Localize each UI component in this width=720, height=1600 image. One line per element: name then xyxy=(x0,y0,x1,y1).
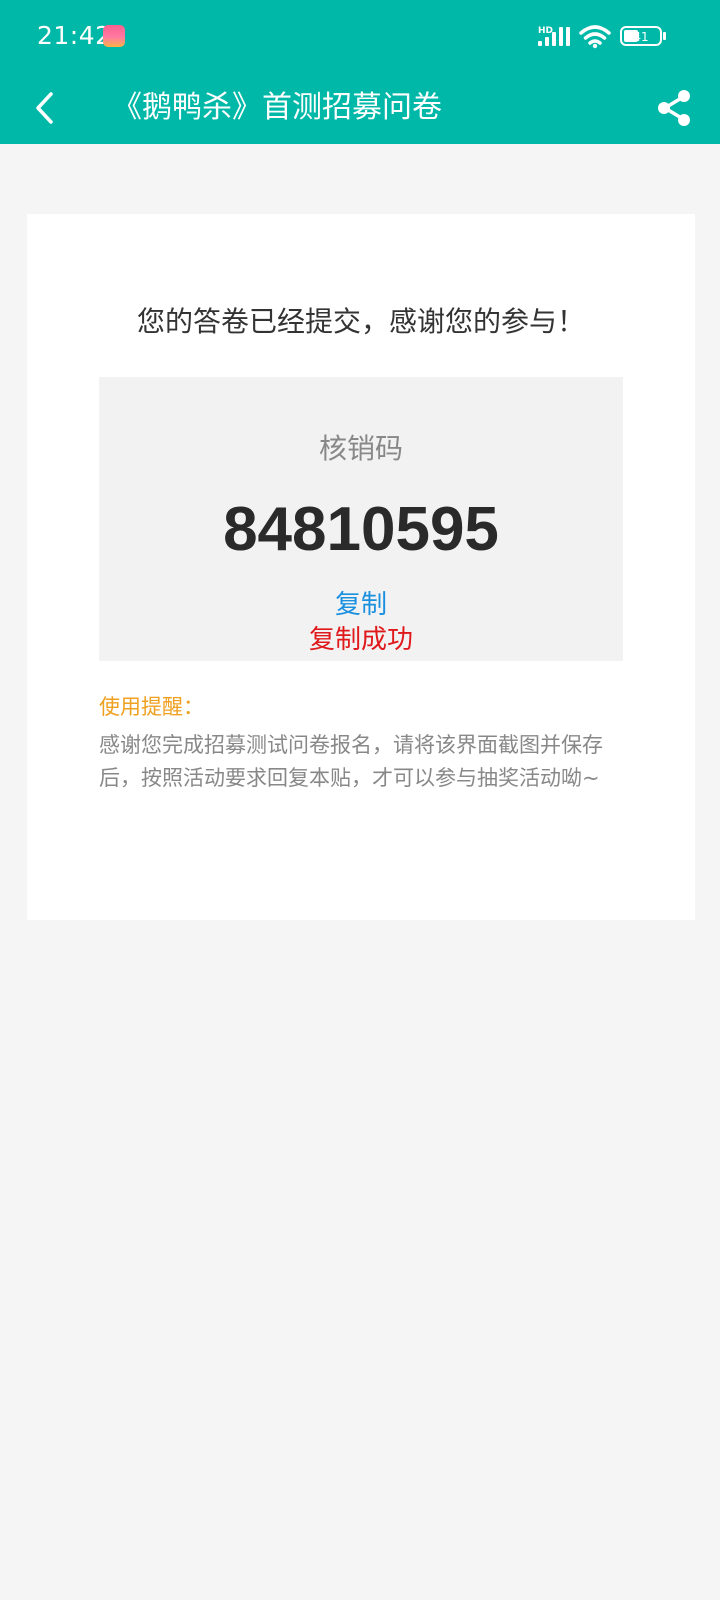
status-icons: HD 41 xyxy=(538,25,666,49)
code-label: 核销码 xyxy=(318,432,403,465)
status-bar: 21:42 HD 41 xyxy=(0,0,720,72)
page-title: 《鹅鸭杀》首测招募问卷 xyxy=(112,90,442,125)
success-message: 您的答卷已经提交，感谢您的参与！ xyxy=(136,305,585,338)
tips-body: 感谢您完成招募测试问卷报名，请将该界面截图并保存后，按照活动要求回复本贴，才可以… xyxy=(99,733,603,790)
battery-icon: 41 xyxy=(620,26,666,46)
wifi-icon xyxy=(579,25,611,45)
share-button[interactable] xyxy=(648,82,700,134)
tips-title: 使用提醒： xyxy=(99,695,204,719)
redeem-code-box: 核销码 84810595 复制 复制成功 xyxy=(99,377,623,661)
hd-label: HD xyxy=(538,26,553,36)
status-time: 21:42 xyxy=(37,21,112,50)
redeem-code: 84810595 xyxy=(223,495,499,564)
bilibili-app-icon xyxy=(103,25,125,47)
result-card: 您的答卷已经提交，感谢您的参与！ 核销码 84810595 复制 复制成功 使用… xyxy=(27,214,695,920)
chevron-left-icon xyxy=(36,92,53,124)
nav-bar: 《鹅鸭杀》首测招募问卷 xyxy=(0,72,720,144)
copy-button[interactable]: 复制 xyxy=(311,587,411,623)
copy-success-message: 复制成功 xyxy=(308,625,413,655)
back-button[interactable] xyxy=(20,82,72,134)
battery-level: 41 xyxy=(633,30,648,44)
share-icon xyxy=(658,90,690,126)
